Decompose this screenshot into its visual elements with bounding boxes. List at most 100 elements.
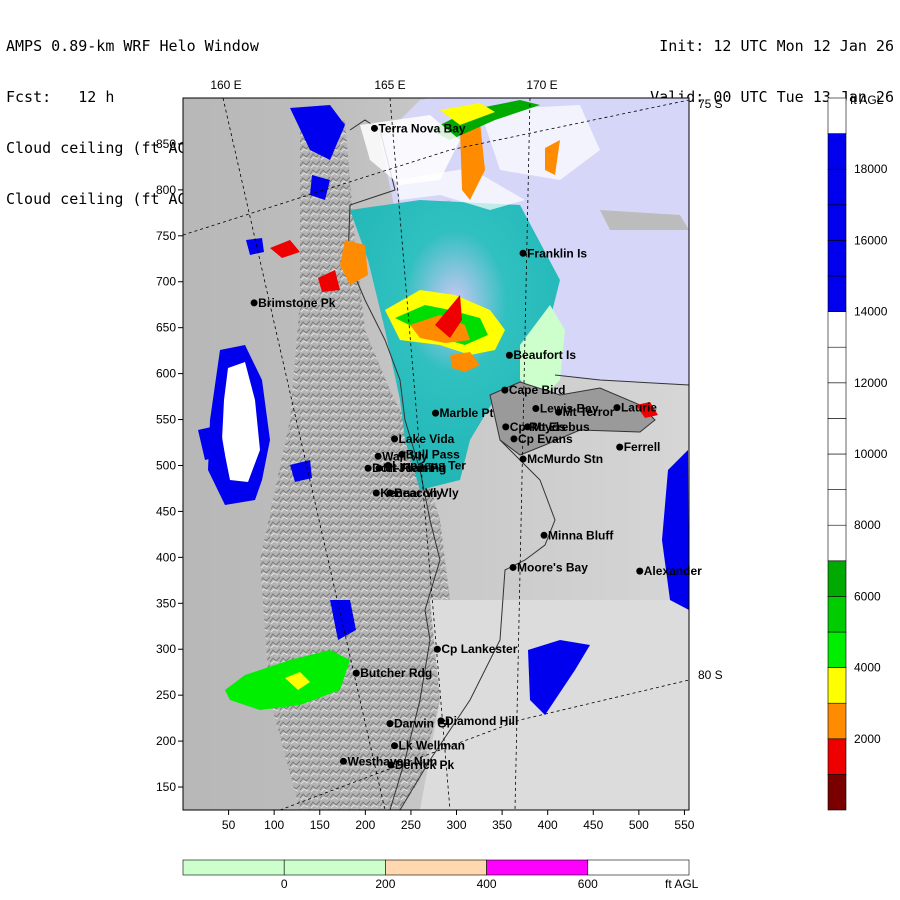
colorbar-right-label: 8000: [854, 518, 881, 532]
place-label: Lk Wellman: [399, 739, 465, 753]
x-tick-label: 300: [446, 818, 466, 832]
y-tick-label: 650: [156, 321, 176, 335]
place-label: Diamond Hill: [445, 714, 518, 728]
place-dot: [433, 645, 441, 653]
colorbar-right-swatch: [827, 453, 847, 490]
y-tick-label: 250: [156, 688, 176, 702]
x-tick-label: 50: [222, 818, 236, 832]
y-tick-label: 600: [156, 367, 176, 381]
y-tick-label: 150: [156, 780, 176, 794]
y-tick-label: 450: [156, 504, 176, 518]
colorbar-bottom-swatch: [182, 859, 285, 876]
y-tick-label: 800: [156, 183, 176, 197]
place-label: Linnaeus Ter: [392, 458, 466, 472]
place-dot: [391, 435, 399, 443]
colorbar-bottom-swatch: [587, 859, 690, 876]
place-dot: [555, 408, 563, 416]
place-label: Ferrell: [624, 440, 661, 454]
colorbar-right-swatch: [827, 524, 847, 562]
map-figure: 1502002503003504004505005506006507007508…: [156, 78, 888, 891]
colorbar-bottom-swatch: [486, 859, 589, 876]
place-label: Terra Nova Bay: [378, 121, 465, 135]
colorbar-right-swatch: [827, 418, 847, 455]
place-dot: [540, 531, 548, 539]
place-dot: [364, 464, 372, 472]
y-axis: 150 200 250 300 350 400 450 500 550 600 650 700 750 8…: [156, 137, 183, 794]
colorbar-right-swatch: [827, 560, 847, 597]
x-tick-label: 250: [401, 818, 421, 832]
colorbar-right-label: 10000: [854, 447, 888, 461]
colorbar-bottom-swatch: [283, 859, 386, 876]
place-dot: [398, 450, 406, 458]
x-tick-label: 200: [355, 818, 375, 832]
place-dot: [372, 489, 380, 497]
place-label: Beaufort Is: [513, 348, 576, 362]
lon-label-165: 165 E: [374, 78, 405, 92]
x-tick-label: 450: [583, 818, 603, 832]
x-tick-label: 350: [492, 818, 512, 832]
place-label: Brimstone Pk: [258, 296, 336, 310]
colorbar-bottom-swatch: [385, 859, 487, 876]
place-label: Derrick Pk: [395, 758, 455, 772]
colorbar-right-swatch: [827, 204, 847, 241]
place-dot: [375, 464, 383, 472]
lat-label-75: 75 S: [698, 97, 723, 111]
place-label: Marble Pt: [440, 406, 494, 420]
place-label: Beacon Vly: [394, 486, 459, 500]
place-label: Cape Bird: [509, 383, 566, 397]
ross-ice-shelf: [420, 600, 689, 810]
y-tick-label: 550: [156, 413, 176, 427]
colorbar-bottom: 0 200 400 600: [182, 859, 690, 891]
y-tick-label: 700: [156, 275, 176, 289]
place-dot: [386, 720, 394, 728]
place-dot: [519, 455, 527, 463]
place-dot: [384, 461, 392, 469]
colorbar-right-swatch: [827, 631, 847, 668]
x-tick-label: 150: [310, 818, 330, 832]
place-dot: [509, 563, 517, 571]
colorbar-bottom-label: 200: [375, 877, 395, 891]
place-dot: [519, 249, 527, 257]
colorbar-right-swatch: [827, 489, 847, 526]
colorbar-bottom-unit: ft AGL: [665, 877, 699, 891]
place-label: Lake Vida: [399, 432, 455, 446]
place-dot: [374, 452, 382, 460]
place-dot: [432, 409, 440, 417]
lon-label-160: 160 E: [210, 78, 241, 92]
colorbar-right-label: 12000: [854, 376, 888, 390]
y-tick-label: 750: [156, 229, 176, 243]
colorbar-right-unit: ft AGL: [850, 93, 884, 107]
place-label: Cp Evans: [518, 432, 573, 446]
colorbar-right-swatch: [827, 133, 847, 170]
colorbar-right-swatch: [827, 382, 847, 419]
place-label: Laurie: [621, 401, 657, 415]
colorbar-right-label: 6000: [854, 589, 881, 603]
y-tick-label: 200: [156, 734, 176, 748]
colorbar-bottom-label: 400: [477, 877, 497, 891]
colorbar-right: 2000 4000 6000 8000 10000 12000 14000 16000 1800…: [827, 97, 888, 811]
place-label: Franklin Is: [527, 246, 587, 260]
place-dot: [370, 124, 378, 132]
place-dot: [387, 761, 395, 769]
y-tick-label: 350: [156, 596, 176, 610]
place-label: Butcher Rdg: [360, 666, 432, 680]
colorbar-right-swatch: [827, 738, 847, 775]
colorbar-bottom-label: 0: [281, 877, 288, 891]
x-tick-label: 100: [264, 818, 284, 832]
place-dot: [386, 489, 394, 497]
place-dot: [502, 423, 510, 431]
place-label: Minna Bluff: [548, 528, 614, 542]
place-dot: [613, 404, 621, 412]
colorbar-right-label: 18000: [854, 162, 888, 176]
lon-label-170: 170 E: [526, 78, 557, 92]
place-dot: [636, 567, 644, 575]
colorbar-right-swatch: [827, 702, 847, 740]
colorbar-bottom-label: 600: [578, 877, 598, 891]
colorbar-right-swatch: [827, 275, 847, 312]
colorbar-right-swatch: [827, 240, 847, 277]
place-dot: [524, 423, 532, 431]
colorbar-right-swatch: [827, 346, 847, 384]
colorbar-right-swatch: [827, 311, 847, 348]
place-dot: [339, 757, 347, 765]
place-label: Alexander: [644, 564, 702, 578]
